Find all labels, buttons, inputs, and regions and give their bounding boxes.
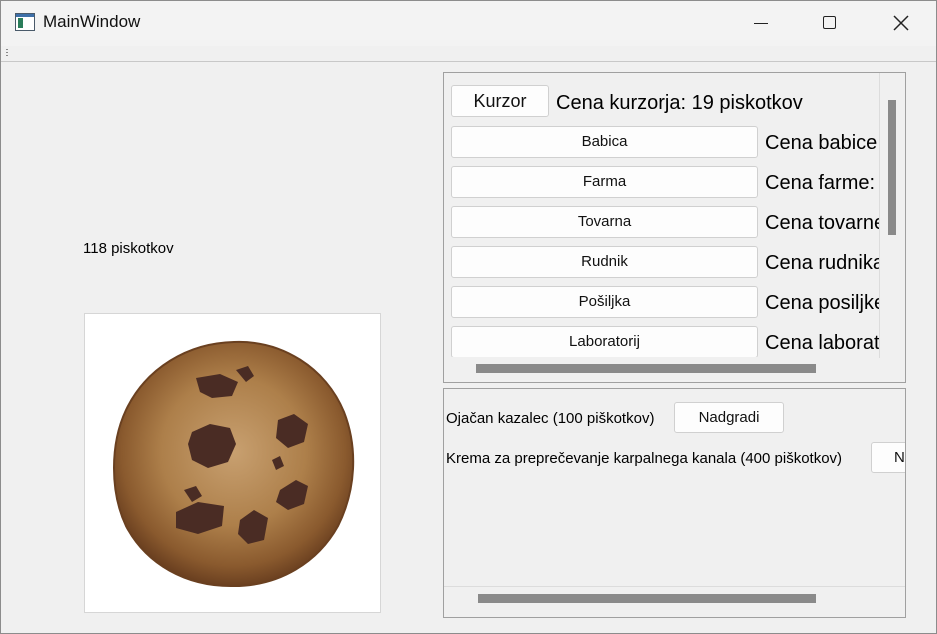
title-bar: MainWindow [1,1,936,46]
babica-price-label: Cena babice: [765,132,879,154]
app-icon [15,13,35,31]
laboratorij-price-label: Cena laborat [765,332,879,354]
upgrade-button-2[interactable]: N [871,442,905,473]
cookie-icon [113,340,355,588]
minimize-icon[interactable] [738,1,784,46]
buy-cursor-button[interactable]: Kurzor [451,85,549,117]
buy-rudnik-button[interactable]: Rudnik [451,246,758,278]
buy-laboratorij-button[interactable]: Laboratorij [451,326,758,357]
rudnik-price-label: Cena rudnika [765,252,879,274]
buy-tovarna-button[interactable]: Tovarna [451,206,758,238]
upgrades-horizontal-scrollbar[interactable] [478,594,816,603]
cursor-price-label: Cena kurzorja: 19 piskotkov [556,92,803,114]
toolbar-strip [1,46,936,62]
window-title: MainWindow [43,12,141,31]
posiljka-price-label: Cena posiljke [765,292,879,314]
upgrade-label-2: Krema za preprečevanje karpalnega kanala… [446,450,843,467]
shop-scroll-area[interactable]: Kurzor Cena kurzorja: 19 piskotkov Babic… [445,74,879,357]
main-window: MainWindow 118 piskotkov Kurzor Cena kur… [0,0,937,634]
buy-farma-button[interactable]: Farma [451,166,758,198]
cookie-button[interactable] [84,313,381,613]
shop-panel: Kurzor Cena kurzorja: 19 piskotkov Babic… [443,72,906,383]
buy-posiljka-button[interactable]: Pošiljka [451,286,758,318]
upgrade-button-1[interactable]: Nadgradi [674,402,784,433]
upgrade-label-1: Ojačan kazalec (100 piškotkov) [446,410,655,427]
farma-price-label: Cena farme: [765,172,876,194]
shop-horizontal-scrollbar[interactable] [476,364,816,373]
upgrades-panel: Ojačan kazalec (100 piškotkov) Nadgradi … [443,388,906,618]
upgrades-divider [444,586,905,587]
tovarna-price-label: Cena tovarne [765,212,879,234]
scroll-divider [879,73,880,358]
shop-vertical-scrollbar[interactable] [888,100,896,235]
buy-babica-button[interactable]: Babica [451,126,758,158]
toolbar-grip-icon[interactable] [6,49,8,57]
close-icon[interactable] [878,1,924,46]
maximize-icon[interactable] [807,1,853,46]
cookie-count: 118 piskotkov [83,240,174,257]
